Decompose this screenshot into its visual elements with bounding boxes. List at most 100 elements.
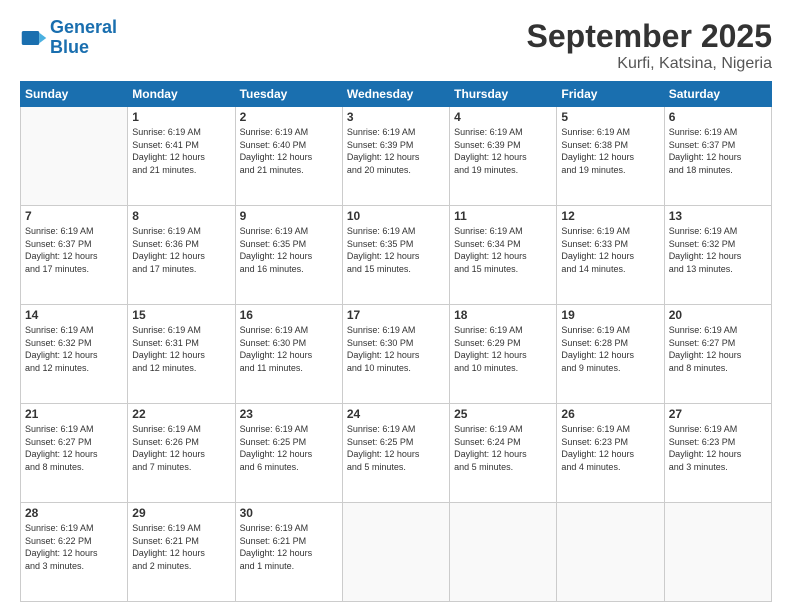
table-row: 9 Sunrise: 6:19 AM Sunset: 6:35 PM Daylig… xyxy=(235,206,342,305)
day-number: 8 xyxy=(132,209,230,223)
page: General Blue September 2025 Kurfi, Katsi… xyxy=(0,0,792,612)
table-row: 19 Sunrise: 6:19 AM Sunset: 6:28 PM Dayli… xyxy=(557,305,664,404)
day-info: Sunrise: 6:19 AM Sunset: 6:23 PM Dayligh… xyxy=(561,423,659,473)
table-row xyxy=(450,503,557,602)
table-row: 7 Sunrise: 6:19 AM Sunset: 6:37 PM Daylig… xyxy=(21,206,128,305)
day-number: 23 xyxy=(240,407,338,421)
col-thursday: Thursday xyxy=(450,82,557,107)
table-row: 12 Sunrise: 6:19 AM Sunset: 6:33 PM Dayli… xyxy=(557,206,664,305)
header: General Blue September 2025 Kurfi, Katsi… xyxy=(20,18,772,73)
day-info: Sunrise: 6:19 AM Sunset: 6:28 PM Dayligh… xyxy=(561,324,659,374)
table-row: 1Sunrise: 6:19 AM Sunset: 6:41 PM Daylig… xyxy=(128,107,235,206)
logo-line2: Blue xyxy=(50,38,117,58)
table-row xyxy=(21,107,128,206)
day-info: Sunrise: 6:19 AM Sunset: 6:23 PM Dayligh… xyxy=(669,423,767,473)
table-row: 15 Sunrise: 6:19 AM Sunset: 6:31 PM Dayli… xyxy=(128,305,235,404)
table-row: 23 Sunrise: 6:19 AM Sunset: 6:25 PM Dayli… xyxy=(235,404,342,503)
table-row: 2Sunrise: 6:19 AM Sunset: 6:40 PM Daylig… xyxy=(235,107,342,206)
table-row: 5 Sunrise: 6:19 AM Sunset: 6:38 PM Daylig… xyxy=(557,107,664,206)
table-row: 14 Sunrise: 6:19 AM Sunset: 6:32 PM Dayli… xyxy=(21,305,128,404)
col-saturday: Saturday xyxy=(664,82,771,107)
table-row: 18 Sunrise: 6:19 AM Sunset: 6:29 PM Dayli… xyxy=(450,305,557,404)
day-number: 9 xyxy=(240,209,338,223)
table-row: 6 Sunrise: 6:19 AM Sunset: 6:37 PM Daylig… xyxy=(664,107,771,206)
calendar-body: 1Sunrise: 6:19 AM Sunset: 6:41 PM Daylig… xyxy=(21,107,772,602)
header-row: Sunday Monday Tuesday Wednesday Thursday… xyxy=(21,82,772,107)
day-number: 17 xyxy=(347,308,445,322)
day-info: Sunrise: 6:19 AM Sunset: 6:33 PM Dayligh… xyxy=(561,225,659,275)
day-number: 28 xyxy=(25,506,123,520)
day-info: Sunrise: 6:19 AM Sunset: 6:25 PM Dayligh… xyxy=(240,423,338,473)
day-number: 5 xyxy=(561,110,659,124)
table-row: 13Sunrise: 6:19 AM Sunset: 6:32 PM Dayli… xyxy=(664,206,771,305)
day-info: Sunrise: 6:19 AM Sunset: 6:38 PM Dayligh… xyxy=(561,126,659,176)
day-info: Sunrise: 6:19 AM Sunset: 6:34 PM Dayligh… xyxy=(454,225,552,275)
day-info: Sunrise: 6:19 AM Sunset: 6:21 PM Dayligh… xyxy=(240,522,338,572)
day-number: 25 xyxy=(454,407,552,421)
day-number: 24 xyxy=(347,407,445,421)
table-row: 30Sunrise: 6:19 AM Sunset: 6:21 PM Dayli… xyxy=(235,503,342,602)
day-number: 7 xyxy=(25,209,123,223)
col-tuesday: Tuesday xyxy=(235,82,342,107)
day-number: 10 xyxy=(347,209,445,223)
day-number: 11 xyxy=(454,209,552,223)
calendar-week-1: 1Sunrise: 6:19 AM Sunset: 6:41 PM Daylig… xyxy=(21,107,772,206)
calendar: Sunday Monday Tuesday Wednesday Thursday… xyxy=(20,81,772,602)
day-number: 1 xyxy=(132,110,230,124)
day-info: Sunrise: 6:19 AM Sunset: 6:36 PM Dayligh… xyxy=(132,225,230,275)
table-row: 4Sunrise: 6:19 AM Sunset: 6:39 PM Daylig… xyxy=(450,107,557,206)
table-row: 16Sunrise: 6:19 AM Sunset: 6:30 PM Dayli… xyxy=(235,305,342,404)
table-row: 25 Sunrise: 6:19 AM Sunset: 6:24 PM Dayli… xyxy=(450,404,557,503)
day-info: Sunrise: 6:19 AM Sunset: 6:27 PM Dayligh… xyxy=(25,423,123,473)
day-number: 15 xyxy=(132,308,230,322)
day-info: Sunrise: 6:19 AM Sunset: 6:37 PM Dayligh… xyxy=(669,126,767,176)
day-info: Sunrise: 6:19 AM Sunset: 6:35 PM Dayligh… xyxy=(347,225,445,275)
table-row xyxy=(342,503,449,602)
day-info: Sunrise: 6:19 AM Sunset: 6:39 PM Dayligh… xyxy=(347,126,445,176)
logo-icon xyxy=(20,24,48,52)
day-number: 27 xyxy=(669,407,767,421)
table-row: 17Sunrise: 6:19 AM Sunset: 6:30 PM Dayli… xyxy=(342,305,449,404)
day-number: 14 xyxy=(25,308,123,322)
day-info: Sunrise: 6:19 AM Sunset: 6:24 PM Dayligh… xyxy=(454,423,552,473)
table-row: 29 Sunrise: 6:19 AM Sunset: 6:21 PM Dayli… xyxy=(128,503,235,602)
day-info: Sunrise: 6:19 AM Sunset: 6:32 PM Dayligh… xyxy=(669,225,767,275)
col-sunday: Sunday xyxy=(21,82,128,107)
logo: General Blue xyxy=(20,18,117,58)
logo-line1: General xyxy=(50,17,117,37)
col-friday: Friday xyxy=(557,82,664,107)
calendar-week-5: 28 Sunrise: 6:19 AM Sunset: 6:22 PM Dayli… xyxy=(21,503,772,602)
logo-text: General Blue xyxy=(50,18,117,58)
calendar-week-2: 7 Sunrise: 6:19 AM Sunset: 6:37 PM Daylig… xyxy=(21,206,772,305)
day-number: 6 xyxy=(669,110,767,124)
table-row: 21Sunrise: 6:19 AM Sunset: 6:27 PM Dayli… xyxy=(21,404,128,503)
day-number: 12 xyxy=(561,209,659,223)
day-info: Sunrise: 6:19 AM Sunset: 6:21 PM Dayligh… xyxy=(132,522,230,572)
day-info: Sunrise: 6:19 AM Sunset: 6:32 PM Dayligh… xyxy=(25,324,123,374)
day-number: 29 xyxy=(132,506,230,520)
table-row: 20Sunrise: 6:19 AM Sunset: 6:27 PM Dayli… xyxy=(664,305,771,404)
table-row xyxy=(557,503,664,602)
calendar-week-4: 21Sunrise: 6:19 AM Sunset: 6:27 PM Dayli… xyxy=(21,404,772,503)
day-number: 26 xyxy=(561,407,659,421)
day-info: Sunrise: 6:19 AM Sunset: 6:30 PM Dayligh… xyxy=(240,324,338,374)
day-info: Sunrise: 6:19 AM Sunset: 6:37 PM Dayligh… xyxy=(25,225,123,275)
table-row: 11 Sunrise: 6:19 AM Sunset: 6:34 PM Dayli… xyxy=(450,206,557,305)
day-number: 19 xyxy=(561,308,659,322)
table-row: 28 Sunrise: 6:19 AM Sunset: 6:22 PM Dayli… xyxy=(21,503,128,602)
table-row: 26 Sunrise: 6:19 AM Sunset: 6:23 PM Dayli… xyxy=(557,404,664,503)
day-info: Sunrise: 6:19 AM Sunset: 6:26 PM Dayligh… xyxy=(132,423,230,473)
day-info: Sunrise: 6:19 AM Sunset: 6:29 PM Dayligh… xyxy=(454,324,552,374)
day-info: Sunrise: 6:19 AM Sunset: 6:35 PM Dayligh… xyxy=(240,225,338,275)
day-info: Sunrise: 6:19 AM Sunset: 6:39 PM Dayligh… xyxy=(454,126,552,176)
table-row: 22Sunrise: 6:19 AM Sunset: 6:26 PM Dayli… xyxy=(128,404,235,503)
day-number: 18 xyxy=(454,308,552,322)
col-monday: Monday xyxy=(128,82,235,107)
title-block: September 2025 Kurfi, Katsina, Nigeria xyxy=(527,18,772,73)
day-info: Sunrise: 6:19 AM Sunset: 6:25 PM Dayligh… xyxy=(347,423,445,473)
day-info: Sunrise: 6:19 AM Sunset: 6:22 PM Dayligh… xyxy=(25,522,123,572)
day-info: Sunrise: 6:19 AM Sunset: 6:40 PM Dayligh… xyxy=(240,126,338,176)
day-info: Sunrise: 6:19 AM Sunset: 6:31 PM Dayligh… xyxy=(132,324,230,374)
table-row xyxy=(664,503,771,602)
table-row: 10 Sunrise: 6:19 AM Sunset: 6:35 PM Dayli… xyxy=(342,206,449,305)
